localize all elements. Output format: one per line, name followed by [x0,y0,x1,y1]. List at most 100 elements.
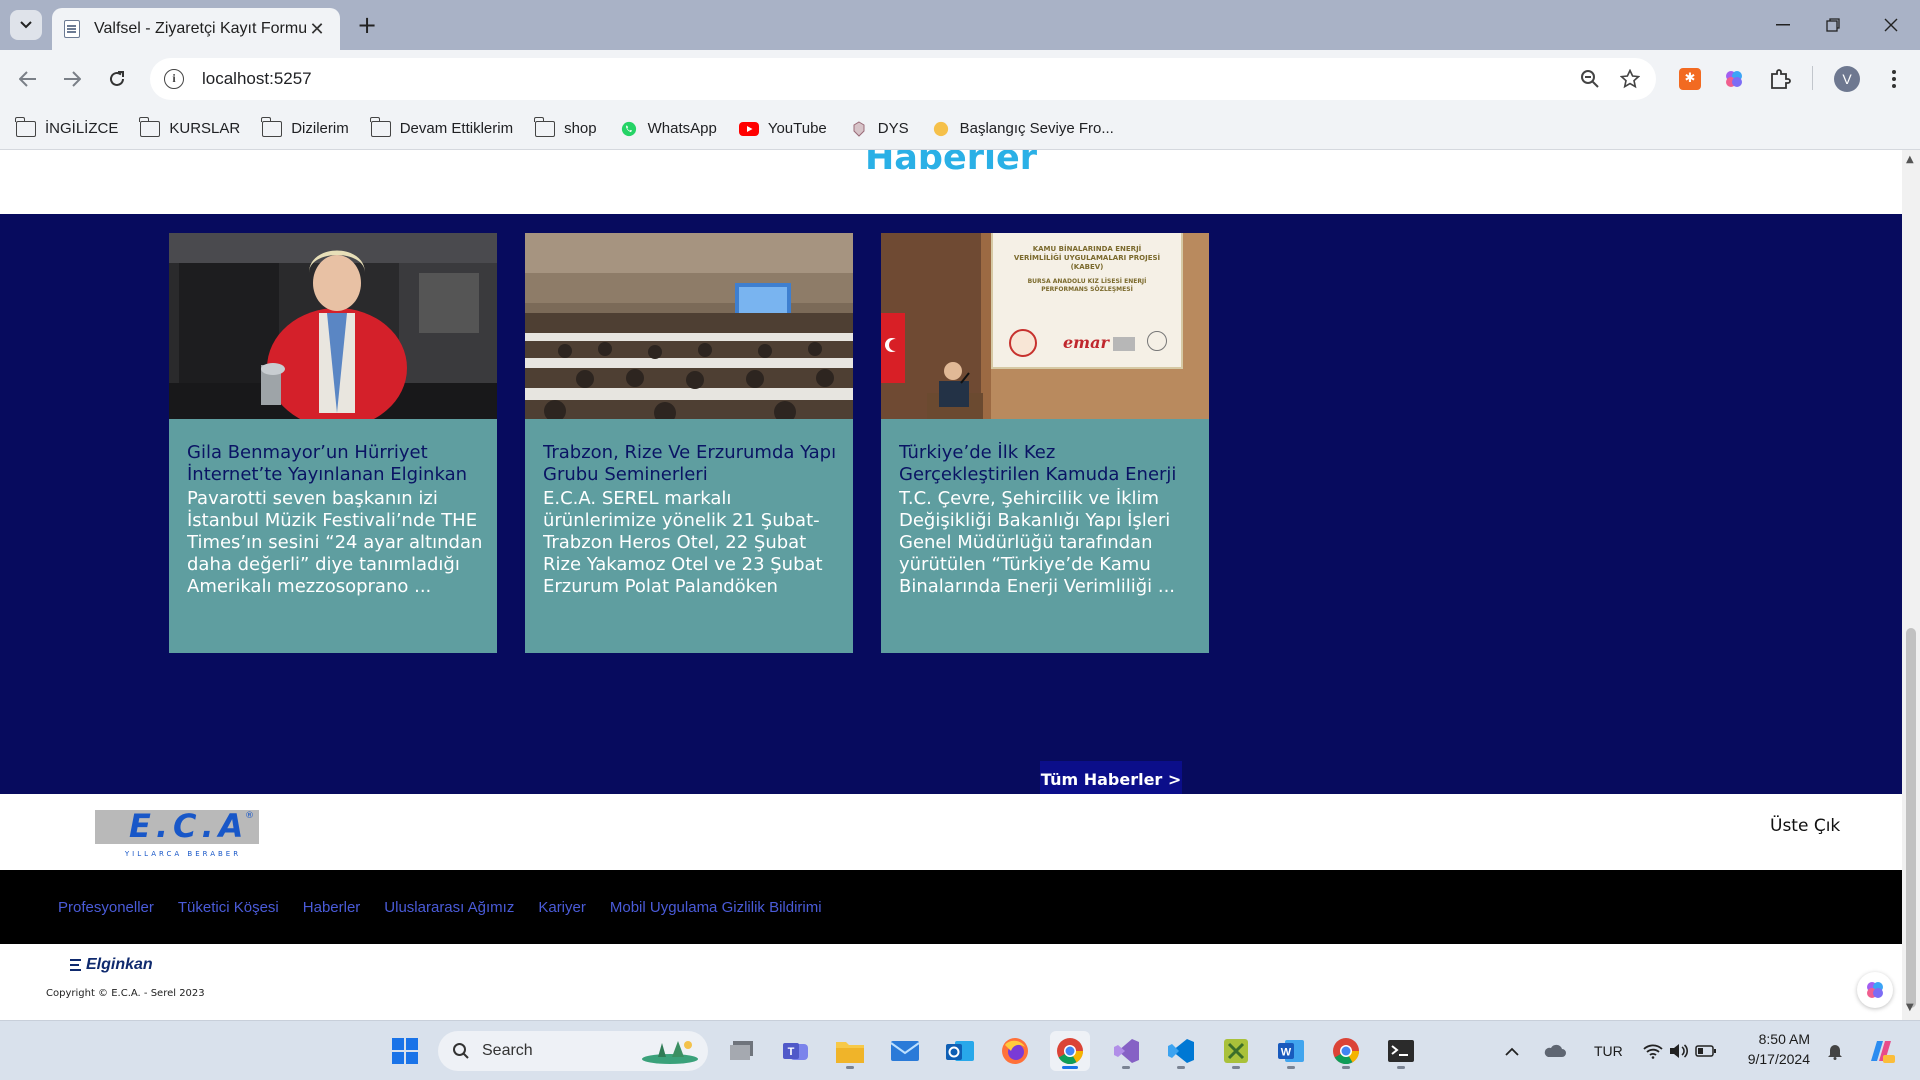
tab-search-button[interactable] [10,10,42,40]
profile-avatar[interactable]: V [1834,66,1860,92]
chrome-app-active[interactable] [1050,1031,1090,1071]
scroll-up-arrow-icon[interactable]: ▲ [1906,154,1914,165]
terminal-app[interactable] [1381,1031,1421,1071]
floating-assistant-button[interactable] [1857,972,1893,1008]
extension-orange-icon[interactable]: ✱ [1676,65,1704,93]
chrome-icon [1333,1038,1360,1065]
close-tab-icon[interactable]: ✕ [306,19,328,40]
volume-icon [1670,1044,1689,1058]
bookmark-ingilizce[interactable]: İNGİLİZCE [15,116,118,137]
chrome-app-second[interactable] [1326,1031,1366,1071]
forward-button[interactable] [56,63,88,95]
close-window-button[interactable] [1862,0,1920,50]
footer-logo-bar: E.C.A ® YILLARCA BERABER Üste Çık [0,794,1902,870]
footer-link-profesyoneller[interactable]: Profesyoneller [58,899,154,916]
ministry-seal-icon [1009,329,1037,357]
tab-title: Valfsel - Ziyaretçi Kayıt Formu [94,20,306,37]
all-news-button[interactable]: Tüm Haberler > [1040,761,1182,797]
extensions-puzzle-icon[interactable] [1766,65,1794,93]
start-button[interactable] [385,1031,425,1071]
restore-button[interactable] [1804,0,1862,50]
bookmark-star-icon[interactable] [1610,59,1650,99]
bookmark-shop[interactable]: shop [534,116,597,137]
page-scrollbar[interactable]: ▲ ▼ [1902,150,1920,1020]
scroll-down-arrow-icon[interactable]: ▼ [1906,1002,1914,1013]
bookmark-baslangic-seviye[interactable]: Başlangıç Seviye Fro... [931,120,1114,137]
bookmark-kurslar[interactable]: KURSLAR [139,116,240,137]
word-app[interactable]: W [1271,1031,1311,1071]
folder-app-icon [836,1042,864,1063]
notifications-button[interactable] [1822,1031,1848,1071]
footer-link-haberler[interactable]: Haberler [303,899,361,916]
bookmark-label: WhatsApp [647,120,717,137]
dys-icon [853,120,865,137]
elginkan-logo[interactable]: Elginkan [70,956,153,974]
task-view-button[interactable] [722,1031,762,1071]
partner-logo-icon [1113,337,1135,351]
new-tab-button[interactable]: + [352,10,382,40]
visual-studio-app[interactable] [1106,1031,1146,1071]
bookmark-youtube[interactable]: YouTube [738,120,827,137]
footer-link-tuketici-kosesi[interactable]: Tüketici Köşesi [178,899,279,916]
file-explorer-app[interactable] [830,1031,870,1071]
mail-app[interactable] [885,1031,925,1071]
bookmark-dizilerim[interactable]: Dizilerim [261,116,349,137]
arrow-left-icon [19,71,36,87]
tray-overflow-button[interactable] [1500,1031,1524,1071]
url-text[interactable]: localhost:5257 [202,69,1570,89]
footer-link-uluslararasi-agimiz[interactable]: Uluslararası Ağımız [384,899,514,916]
reload-button[interactable] [101,63,133,95]
outlook-app[interactable] [940,1031,980,1071]
news-card[interactable]: Gila Benmayor’un Hürriyet İnternet’te Ya… [169,233,497,653]
copyright-bar: Elginkan Copyright © E.C.A. - Serel 2023 [0,944,1902,1020]
bookmark-devam-ettiklerim[interactable]: Devam Ettiklerim [369,116,513,137]
news-card-image[interactable]: KAMU BİNALARINDA ENERJİ VERİMLİLİĞİ UYGU… [881,233,1209,419]
back-button[interactable] [12,63,44,95]
footer-link-kariyer[interactable]: Kariyer [538,899,586,916]
teams-app[interactable]: T [776,1031,816,1071]
bookmark-dys[interactable]: DYS [849,120,909,137]
extension-brain-icon[interactable] [1720,65,1748,93]
slide-line: KAMU BİNALARINDA ENERJİ [1032,245,1142,253]
clock-date[interactable]: 9/17/2024 [1728,1051,1810,1067]
news-card-title[interactable]: Türkiye’de İlk Kez Gerçekleştirilen Kamu… [899,442,1197,486]
scrollbar-thumb[interactable] [1906,628,1916,1008]
active-tab[interactable]: Valfsel - Ziyaretçi Kayıt Formu ✕ [52,8,340,50]
bookmark-label: shop [564,120,597,137]
news-card[interactable]: KAMU BİNALARINDA ENERJİ VERİMLİLİĞİ UYGU… [881,233,1209,653]
clock-time[interactable]: 8:50 AM [1728,1031,1810,1047]
windows-logo-icon [392,1038,418,1064]
browser-menu-button[interactable] [1878,63,1910,95]
running-indicator [846,1066,854,1069]
minimize-icon [1776,24,1790,26]
firefox-app[interactable] [995,1031,1035,1071]
vscode-app[interactable] [1161,1031,1201,1071]
news-card-image[interactable] [525,233,853,419]
restore-icon [1826,18,1840,32]
taskbar-search[interactable]: Search [438,1031,708,1071]
running-indicator [1342,1066,1350,1069]
emar-logo: emar [1063,333,1109,352]
news-card-title[interactable]: Trabzon, Rize Ve Erzurumda Yapı Grubu Se… [543,442,841,486]
news-card[interactable]: Trabzon, Rize Ve Erzurumda Yapı Grubu Se… [525,233,853,653]
copilot-button[interactable] [1860,1031,1900,1071]
input-language[interactable]: TUR [1594,1043,1623,1059]
news-card-title[interactable]: Gila Benmayor’un Hürriyet İnternet’te Ya… [187,442,485,486]
slide-line: PERFORMANS SÖZLEŞMESİ [1041,286,1133,293]
elginkan-logo-text: Elginkan [86,956,153,973]
footer-link-gizlilik-bildirimi[interactable]: Mobil Uygulama Gizlilik Bildirimi [610,899,822,916]
zoom-icon[interactable] [1570,59,1610,99]
address-bar[interactable]: i localhost:5257 [150,58,1656,100]
onedrive-tray[interactable] [1540,1031,1570,1071]
site-info-icon[interactable]: i [164,69,184,89]
bookmark-whatsapp[interactable]: WhatsApp [619,120,717,137]
snipping-tool-app[interactable] [1216,1031,1256,1071]
event-slide-sign: KAMU BİNALARINDA ENERJİ VERİMLİLİĞİ UYGU… [993,233,1181,367]
back-to-top-link[interactable]: Üste Çık [1770,816,1840,836]
news-card-image[interactable] [169,233,497,419]
bookmark-label: YouTube [767,120,827,137]
network-volume-battery[interactable] [1640,1031,1720,1071]
windows-taskbar: Search T W TUR 8:50 AM 9/17/2024 [0,1020,1920,1080]
eca-logo[interactable]: E.C.A ® YILLARCA BERABER [95,807,259,862]
page-favicon-icon [64,20,80,38]
